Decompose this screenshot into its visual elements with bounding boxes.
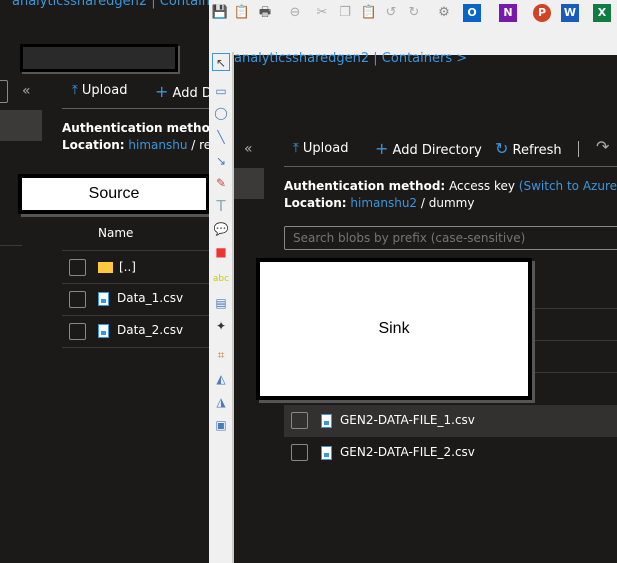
editor-top-toolbar: 💾 📋 🖶 ⊖ ✂ ❐ 📋 ↺ ↻ ⚙ O N P W X [209, 0, 617, 55]
file-icon [98, 323, 109, 338]
row-checkbox[interactable] [69, 291, 86, 308]
callout-tool-icon[interactable]: 💬 [212, 220, 230, 238]
source-annotation: Source [18, 174, 210, 214]
row-checkbox[interactable] [291, 412, 308, 429]
upload-button[interactable]: ⤒ Upload [72, 83, 127, 98]
location-link[interactable]: himanshu [128, 138, 187, 152]
save-icon[interactable]: 💾 [211, 4, 229, 22]
collapse-button[interactable]: « [22, 83, 31, 99]
table-row[interactable]: GEN2-DATA-FILE_2.csv [284, 437, 617, 469]
plus-icon: + [375, 139, 389, 158]
auth-label: Authentication method: [62, 121, 224, 135]
undo-icon[interactable]: ↺ [382, 4, 400, 22]
cut-icon[interactable]: ✂ [313, 4, 331, 22]
row-checkbox[interactable] [291, 444, 308, 461]
outlook-icon[interactable]: O [463, 4, 481, 22]
line-tool-icon[interactable]: ╲ [212, 128, 230, 146]
powerpoint-icon[interactable]: P [533, 4, 551, 22]
word-icon[interactable]: W [561, 4, 579, 22]
print-icon[interactable]: 🖶 [256, 4, 274, 22]
refresh-icon: ↻ [495, 139, 509, 158]
list-item: GEN2-DATA-FILE_2.csv [321, 445, 475, 460]
copy-icon[interactable]: ❐ [336, 4, 354, 22]
location-link[interactable]: himanshu2 [350, 196, 417, 210]
step-tool-icon[interactable]: ■ [212, 243, 230, 261]
nav-selected[interactable] [234, 168, 264, 199]
delete-icon[interactable]: ⊖ [286, 4, 304, 22]
undo-icon[interactable]: ↷ [596, 137, 609, 156]
file-icon [321, 445, 332, 460]
search-blobs-input[interactable] [284, 226, 617, 250]
clipboard-icon[interactable]: 📋 [233, 4, 251, 22]
upload-icon: ⤒ [293, 141, 299, 156]
plus-icon: + [155, 82, 169, 101]
onenote-icon[interactable]: N [499, 4, 517, 22]
ellipse-tool-icon[interactable]: ◯ [212, 104, 230, 122]
list-item: GEN2-DATA-FILE_1.csv [321, 413, 475, 428]
add-directory-button[interactable]: + Add D [155, 82, 212, 101]
location-path: / dummy [420, 196, 475, 210]
row-checkbox[interactable] [69, 323, 86, 340]
crop-tool-icon[interactable]: ⌗ [212, 346, 230, 364]
column-header-name[interactable]: Name [98, 226, 133, 240]
breadcrumb[interactable]: analyticssharedgen2 | Containers > [234, 51, 467, 66]
file-icon [321, 413, 332, 428]
redo-icon[interactable]: ↻ [405, 4, 423, 22]
rectangle-tool-icon[interactable]: ▭ [212, 82, 230, 100]
breadcrumb[interactable]: analyticssharedgen2 | Container [12, 0, 223, 9]
nav-selected[interactable] [0, 110, 42, 141]
table-row[interactable]: GEN2-DATA-FILE_1.csv [284, 405, 617, 437]
folder-icon [98, 262, 113, 273]
flip-tool-icon[interactable]: ◮ [212, 393, 230, 411]
list-item[interactable]: [..] [98, 260, 136, 274]
excel-icon[interactable]: X [593, 4, 611, 22]
list-item[interactable]: Data_1.csv [98, 291, 183, 306]
upload-button[interactable]: ⤒ Upload [293, 141, 348, 156]
sink-annotation: Sink [256, 258, 532, 400]
location-label: Location: [284, 196, 347, 210]
paste-icon[interactable]: 📋 [360, 4, 378, 22]
upload-icon: ⤒ [72, 83, 78, 98]
add-directory-button[interactable]: + Add Directory [375, 139, 482, 158]
text-tool-icon[interactable]: T [212, 197, 230, 215]
settings-icon[interactable]: ⚙ [435, 4, 453, 22]
blur-tool-icon[interactable]: ▤ [212, 294, 230, 312]
filter-input[interactable] [0, 80, 8, 103]
list-item[interactable]: Data_2.csv [98, 323, 183, 338]
switch-auth-link[interactable]: (Switch to Azure AD [519, 179, 617, 193]
auth-label: Authentication method: [284, 179, 446, 193]
auth-value: Access key [449, 179, 515, 193]
rotate-tool-icon[interactable]: ◭ [212, 370, 230, 388]
resize-tool-icon[interactable]: ▣ [212, 416, 230, 434]
magic-tool-icon[interactable]: ✦ [212, 317, 230, 335]
collapse-button[interactable]: « [244, 141, 253, 157]
highlight-tool-icon[interactable]: abc [212, 270, 230, 288]
refresh-button[interactable]: ↻ Refresh [495, 139, 562, 158]
file-icon [98, 291, 109, 306]
pencil-tool-icon[interactable]: ✎ [212, 174, 230, 192]
location-label: Location: [62, 138, 125, 152]
redaction-box [20, 44, 178, 72]
select-tool-icon[interactable]: ↖ [212, 53, 230, 71]
row-checkbox[interactable] [69, 259, 86, 276]
arrow-tool-icon[interactable]: ↘ [212, 152, 230, 170]
